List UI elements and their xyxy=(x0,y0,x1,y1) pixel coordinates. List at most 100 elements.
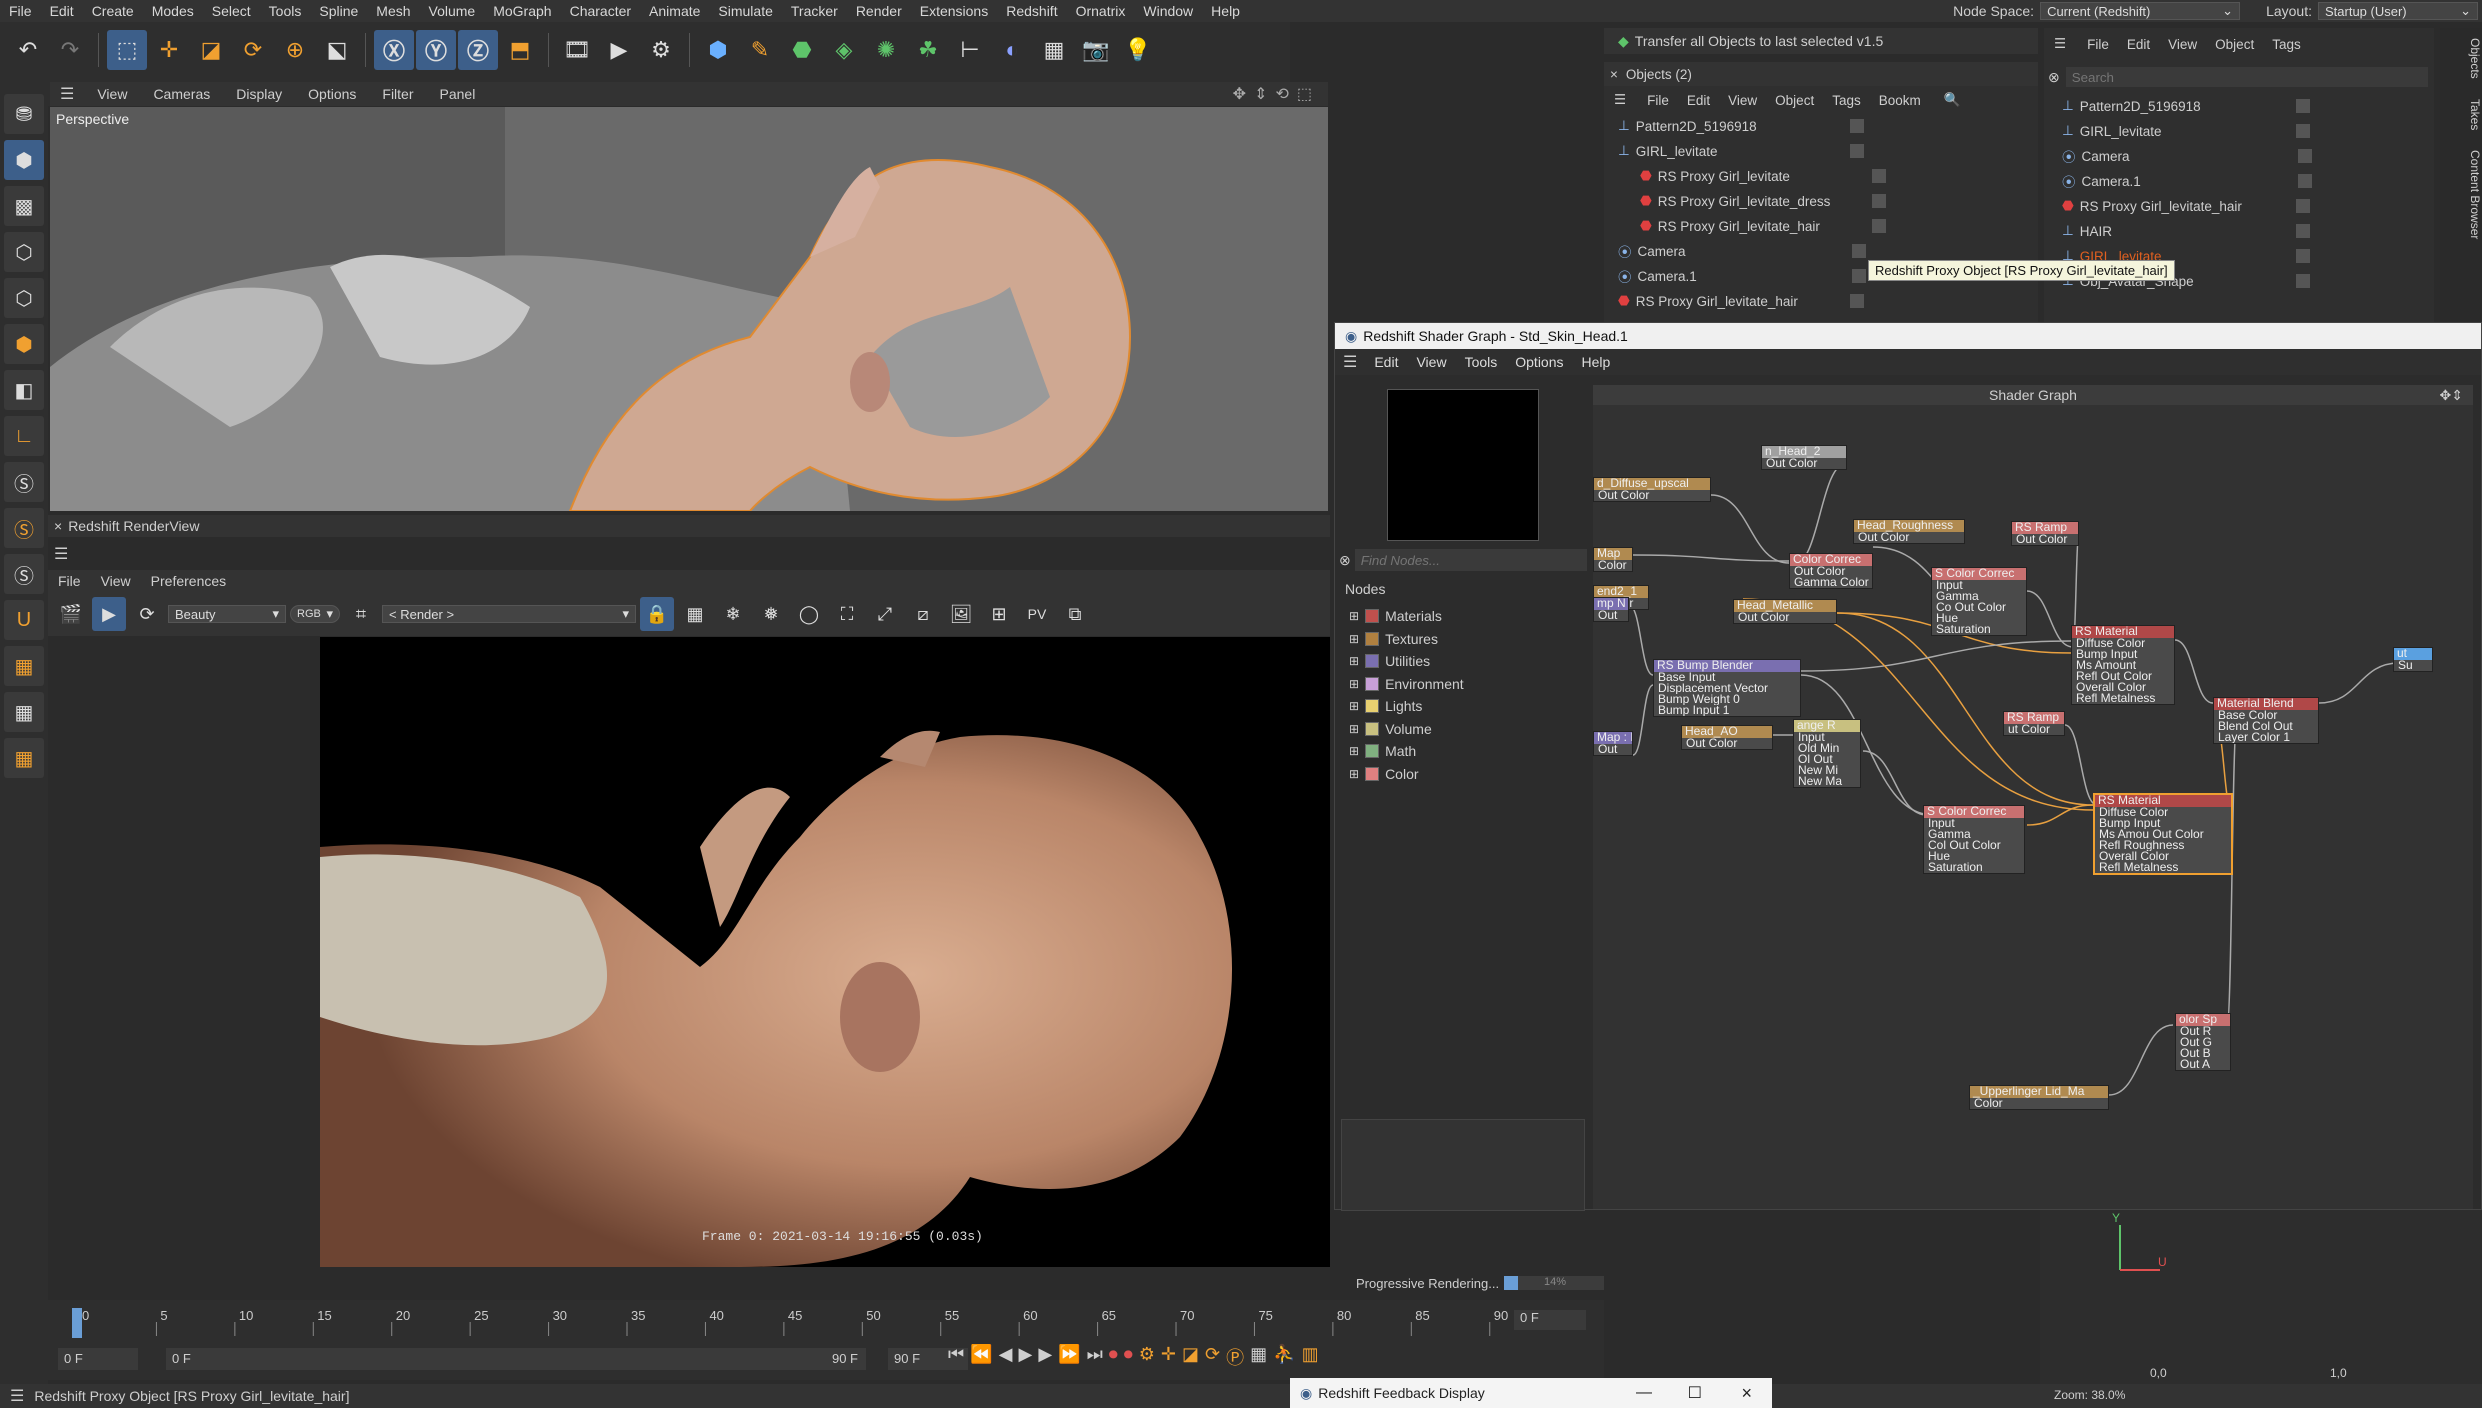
visibility-checkbox[interactable] xyxy=(2295,124,2310,138)
object-row[interactable]: ⊥ GIRL_levitate xyxy=(1604,139,2024,163)
aov-dropdown[interactable]: Beauty ▾ xyxy=(168,605,286,623)
visibility-checkbox[interactable] xyxy=(2295,224,2310,238)
shader-node-port[interactable]: Color xyxy=(1970,1098,2108,1109)
shader-node[interactable]: RS Bump Blender Base Input Displacement Ve… xyxy=(1653,659,1801,717)
key-param-icon[interactable]: Ⓟ xyxy=(1226,1344,1244,1370)
previous-key-icon[interactable]: ⏪ xyxy=(970,1344,992,1370)
playhead[interactable] xyxy=(72,1308,82,1338)
find-nodes-input[interactable] xyxy=(1354,549,1587,571)
pen-icon[interactable]: ✎ xyxy=(740,30,780,70)
menu-file[interactable]: File xyxy=(0,3,41,19)
sg-menu-view[interactable]: View xyxy=(1407,354,1455,370)
keyframe-settings-icon[interactable]: ⚙ xyxy=(1139,1344,1155,1370)
expand-icon[interactable]: ⊞ xyxy=(1349,744,1359,758)
magnet-icon[interactable]: U xyxy=(4,600,44,640)
objects2-menu-object[interactable]: Object xyxy=(2206,37,2263,52)
shader-node[interactable]: ut Su xyxy=(2393,647,2433,672)
menu-spline[interactable]: Spline xyxy=(310,3,367,19)
shader-node[interactable]: RS Material Diffuse Color Bump Input Ms Amo… xyxy=(2093,793,2233,875)
visibility-checkbox[interactable] xyxy=(1849,119,1864,133)
extrude-icon[interactable]: ◈ xyxy=(824,30,864,70)
shader-node-port[interactable]: Hue xyxy=(1932,613,2026,624)
objects2-menu-file[interactable]: File xyxy=(2078,37,2118,52)
start-render-icon[interactable]: ▶ xyxy=(92,597,126,631)
uv-mode-icon[interactable]: ◧ xyxy=(4,370,44,410)
camera-dropdown[interactable]: < Render > ▾ xyxy=(382,605,636,623)
previous-frame-icon[interactable]: ◀ xyxy=(999,1344,1013,1370)
record-icon[interactable]: ⏺ xyxy=(1109,1344,1118,1370)
shader-node[interactable]: _Upperlinger Lid_Ma Color xyxy=(1969,1085,2109,1110)
shader-node[interactable]: n_Head_2 Out Color xyxy=(1761,445,1847,470)
shader-node-port[interactable]: Ms Amou Out Color xyxy=(2095,829,2231,840)
shader-node[interactable]: Map Color xyxy=(1593,547,1633,572)
shader-node-port[interactable]: Refl Roughness xyxy=(2095,840,2231,851)
render-settings-icon[interactable]: ⚙ xyxy=(641,30,681,70)
objects-search-input[interactable] xyxy=(2065,67,2428,87)
viewport-menu-panel[interactable]: Panel xyxy=(427,86,489,102)
undo-icon[interactable]: ↶ xyxy=(8,30,48,70)
shader-node-port[interactable]: Refl Metalness xyxy=(2072,693,2174,704)
timeline-window-icon[interactable]: ▥ xyxy=(1302,1344,1319,1370)
search-icon[interactable]: 🔍 xyxy=(1930,92,1961,108)
sg-menu-tools[interactable]: Tools xyxy=(1456,354,1507,370)
node-category-volume[interactable]: ⊞ Volume xyxy=(1339,718,1579,741)
y-axis-lock-icon[interactable]: Ⓨ xyxy=(416,30,456,70)
object-row[interactable]: ⬣ RS Proxy Girl_levitate xyxy=(1604,164,2024,188)
shader-node-port[interactable]: Layer Color 1 xyxy=(2214,732,2318,743)
object-row[interactable]: ⬣ RS Proxy Girl_levitate_hair xyxy=(2044,194,2424,218)
renderview-menu-view[interactable]: View xyxy=(91,573,141,589)
visibility-checkbox[interactable] xyxy=(2295,274,2310,288)
node-category-materials[interactable]: ⊞ Materials xyxy=(1339,605,1579,628)
selection-tool-icon[interactable]: ⬚ xyxy=(107,30,147,70)
sg-menu-options[interactable]: Options xyxy=(1506,354,1572,370)
shader-node-port[interactable]: Diffuse Color xyxy=(2072,638,2174,649)
snap-s-orange-icon[interactable]: Ⓢ xyxy=(4,508,44,548)
shader-node-port[interactable]: ut Color xyxy=(2004,724,2064,735)
menu-mesh[interactable]: Mesh xyxy=(367,3,419,19)
expand-icon[interactable]: ⊞ xyxy=(1349,609,1359,623)
shader-node[interactable]: mp N Out xyxy=(1593,597,1629,622)
shader-node-port[interactable]: Blend Col Out xyxy=(2214,721,2318,732)
shader-node-port[interactable]: Out Color xyxy=(1682,738,1772,749)
floor-icon[interactable]: ▦ xyxy=(1034,30,1074,70)
object-row[interactable]: ⊥ GIRL_levitate xyxy=(2044,119,2424,143)
menu-window[interactable]: Window xyxy=(1134,3,1202,19)
cloner-icon[interactable]: ✺ xyxy=(866,30,906,70)
shader-node-port[interactable]: Overall Color xyxy=(2095,851,2231,862)
transfer-bar[interactable]: ◆ Transfer all Objects to last selected … xyxy=(1604,28,2038,54)
renderview-menu-file[interactable]: File xyxy=(48,573,91,589)
shader-node-port[interactable]: Bump Input xyxy=(2072,649,2174,660)
make-editable-icon[interactable]: ⛃ xyxy=(4,94,44,134)
expand-icon[interactable]: ⊞ xyxy=(1349,699,1359,713)
visibility-checkbox[interactable] xyxy=(1871,219,1886,233)
render-region-icon[interactable]: 🎞 xyxy=(557,30,597,70)
visibility-checkbox[interactable] xyxy=(1851,244,1866,258)
next-key-icon[interactable]: ⏩ xyxy=(1058,1344,1080,1370)
shader-node-port[interactable]: Out xyxy=(1594,610,1628,621)
node-category-lights[interactable]: ⊞ Lights xyxy=(1339,695,1579,718)
shader-node-port[interactable]: Out xyxy=(1594,744,1632,755)
objects-menu-file[interactable]: File xyxy=(1638,93,1678,108)
shader-node-port[interactable]: Out G xyxy=(2176,1037,2230,1048)
shader-node-port[interactable]: Diffuse Color xyxy=(2095,807,2231,818)
camera-icon[interactable]: 📷 xyxy=(1076,30,1116,70)
shader-node-port[interactable]: Input xyxy=(1794,732,1860,743)
menu-mograph[interactable]: MoGraph xyxy=(484,3,560,19)
objects-menu-tags[interactable]: Tags xyxy=(1823,93,1870,108)
shader-node-port[interactable]: Out Color xyxy=(1762,458,1846,469)
sg-menu-help[interactable]: Help xyxy=(1573,354,1620,370)
shader-node[interactable]: Head_Metallic Out Color xyxy=(1733,599,1837,624)
circle-icon[interactable]: ◯ xyxy=(792,597,826,631)
shader-node[interactable]: Head_Roughness Out Color xyxy=(1853,519,1965,544)
shader-node-port[interactable]: Hue xyxy=(1924,851,2024,862)
shader-node[interactable]: ange R Input Old Min Ol Out New Mi New Ma xyxy=(1793,719,1861,788)
shader-node[interactable]: RS Ramp Out Color xyxy=(2011,521,2079,546)
viewport-nav-icons[interactable]: ✥⇕⟲⬚ xyxy=(1233,84,1320,104)
shader-node-port[interactable]: Saturation xyxy=(1932,624,2026,635)
refresh-icon[interactable]: ⟳ xyxy=(130,597,164,631)
visibility-checkbox[interactable] xyxy=(2295,249,2310,263)
objects2-menu-view[interactable]: View xyxy=(2159,37,2206,52)
shader-node-port[interactable]: Bump Input xyxy=(2095,818,2231,829)
shader-node-port[interactable]: Out Color xyxy=(1594,490,1710,501)
shader-node[interactable]: Map : BuOut xyxy=(1593,731,1633,756)
